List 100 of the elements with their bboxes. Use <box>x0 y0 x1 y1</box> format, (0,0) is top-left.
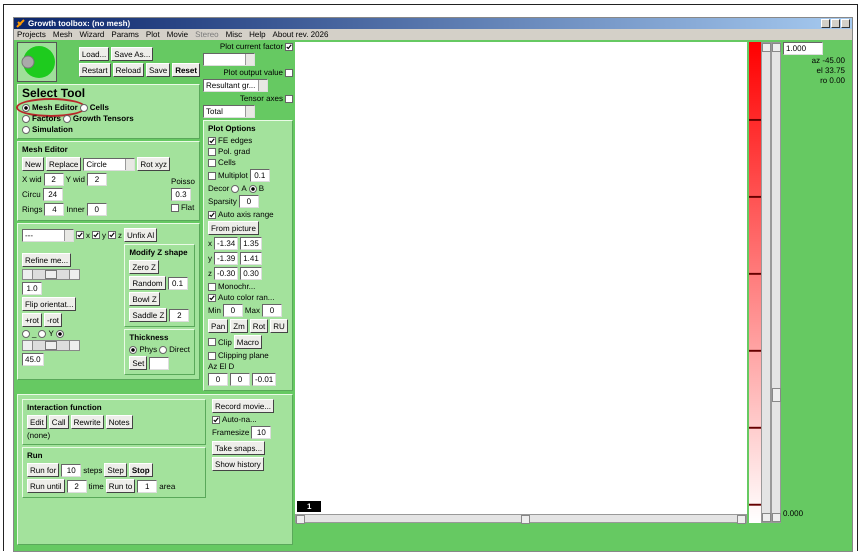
slider-thumb[interactable] <box>45 270 57 279</box>
dropdown[interactable]: Resultant gr... <box>203 79 268 92</box>
menu-item[interactable]: About rev. 2026 <box>272 30 328 39</box>
slider[interactable] <box>22 340 80 351</box>
input-field[interactable]: 0.3 <box>170 188 191 201</box>
input-field[interactable]: -0.01 <box>252 373 276 386</box>
minimize-icon[interactable] <box>821 19 830 28</box>
checkbox[interactable] <box>208 172 216 180</box>
checkbox[interactable] <box>285 42 293 50</box>
menu-item[interactable]: Misc <box>226 30 242 39</box>
menu-item[interactable]: Help <box>249 30 266 39</box>
button[interactable]: Reset <box>172 63 200 77</box>
checkbox[interactable] <box>208 352 216 360</box>
radio-button[interactable] <box>22 114 30 122</box>
vertical-scrollbar[interactable] <box>771 42 781 523</box>
radio-button[interactable] <box>248 184 257 192</box>
input-field[interactable]: 0 <box>222 304 243 317</box>
input-field[interactable]: 0 <box>208 373 228 386</box>
checkbox[interactable] <box>108 231 116 239</box>
input-field[interactable]: 10 <box>61 464 82 476</box>
button[interactable]: New <box>22 157 44 171</box>
input-field[interactable]: 2 <box>86 173 107 186</box>
checkbox[interactable] <box>285 68 293 76</box>
checkbox[interactable] <box>208 158 216 166</box>
input-field[interactable]: 1.41 <box>240 252 262 265</box>
button[interactable]: -rot <box>44 313 62 327</box>
button[interactable]: Record movie... <box>212 399 274 413</box>
button[interactable]: Pan <box>208 319 228 333</box>
vertical-scrollbar[interactable] <box>761 42 771 523</box>
button[interactable]: Flip orientat... <box>22 297 76 311</box>
button[interactable]: Saddle Z <box>129 308 168 322</box>
radio-button[interactable] <box>22 104 30 112</box>
menu-item[interactable]: Projects <box>17 30 46 39</box>
menu-item[interactable]: Movie <box>166 30 188 39</box>
button[interactable]: Show history <box>212 457 264 471</box>
button[interactable]: Call <box>48 415 69 429</box>
input-field[interactable]: 0 <box>230 373 250 386</box>
input-field[interactable]: 2 <box>44 173 64 186</box>
input-field[interactable]: 0.1 <box>250 169 270 182</box>
input-field[interactable]: 24 <box>42 188 63 201</box>
radio-button[interactable] <box>22 330 30 338</box>
button[interactable]: Run for <box>27 463 60 477</box>
input-field[interactable]: 0 <box>238 195 259 208</box>
input-field[interactable]: 10 <box>251 426 272 439</box>
checkbox[interactable] <box>208 338 216 346</box>
button[interactable]: Rewrite <box>70 415 104 429</box>
arrow-right-icon[interactable] <box>69 270 79 279</box>
button[interactable]: Random <box>129 276 166 290</box>
button[interactable]: Step <box>104 463 127 477</box>
menu-item[interactable]: Wizard <box>79 30 104 39</box>
arrow-left-icon[interactable] <box>23 270 33 279</box>
button[interactable]: Replace <box>46 157 82 171</box>
input-field[interactable]: 0 <box>262 304 282 317</box>
input-field[interactable]: 1.0 <box>22 282 42 295</box>
input-field[interactable]: 0 <box>86 203 107 216</box>
checkbox[interactable] <box>212 416 220 424</box>
input-field[interactable]: -1.34 <box>214 237 238 250</box>
input-field[interactable]: -1.39 <box>214 252 238 265</box>
button[interactable]: +rot <box>22 313 42 327</box>
checkbox[interactable] <box>208 282 216 290</box>
button[interactable]: Macro <box>234 335 262 349</box>
dropdown[interactable] <box>203 53 255 66</box>
button[interactable]: Take snaps... <box>212 441 266 455</box>
dropdown[interactable]: --- <box>22 228 74 242</box>
input-field[interactable]: 4 <box>44 203 64 216</box>
button[interactable]: Rot <box>250 319 268 333</box>
button[interactable]: Run until <box>27 479 65 493</box>
button[interactable]: Unfix Al <box>124 228 158 242</box>
button[interactable]: Stop <box>128 463 153 477</box>
input-field[interactable]: 1.35 <box>240 237 262 250</box>
arrow-right-icon[interactable] <box>69 341 79 350</box>
input-field[interactable]: 2 <box>66 480 87 492</box>
input-field[interactable]: 1 <box>137 480 158 492</box>
slider[interactable] <box>22 269 80 280</box>
button[interactable]: Zero Z <box>129 260 159 274</box>
button[interactable]: Set <box>129 356 148 370</box>
radio-button[interactable] <box>231 184 240 192</box>
checkbox[interactable] <box>285 94 293 102</box>
input-field[interactable]: 0.1 <box>168 276 188 290</box>
menu-item[interactable]: Params <box>111 30 139 39</box>
input-field[interactable]: 45.0 <box>22 353 44 366</box>
menu-item[interactable]: Plot <box>146 30 160 39</box>
colorbar-max-field[interactable]: 1.000 <box>783 42 823 55</box>
button[interactable]: Reload <box>112 63 144 77</box>
dropdown[interactable]: Circle <box>83 158 136 170</box>
button[interactable]: Run to <box>106 479 136 493</box>
checkbox[interactable] <box>208 210 216 218</box>
checkbox[interactable] <box>170 204 179 212</box>
dropdown[interactable]: Total <box>203 105 255 118</box>
close-icon[interactable] <box>841 19 850 28</box>
slider-thumb[interactable] <box>45 341 57 350</box>
button[interactable]: Load... <box>78 47 110 61</box>
button[interactable]: Save As... <box>111 47 154 61</box>
checkbox[interactable] <box>92 231 100 239</box>
input-field[interactable]: -0.30 <box>214 267 238 280</box>
radio-button[interactable] <box>56 330 64 338</box>
button[interactable]: Restart <box>78 63 111 77</box>
button[interactable]: Rot xyz <box>137 157 170 171</box>
arrow-left-icon[interactable] <box>23 341 33 350</box>
radio-button[interactable] <box>80 104 88 112</box>
